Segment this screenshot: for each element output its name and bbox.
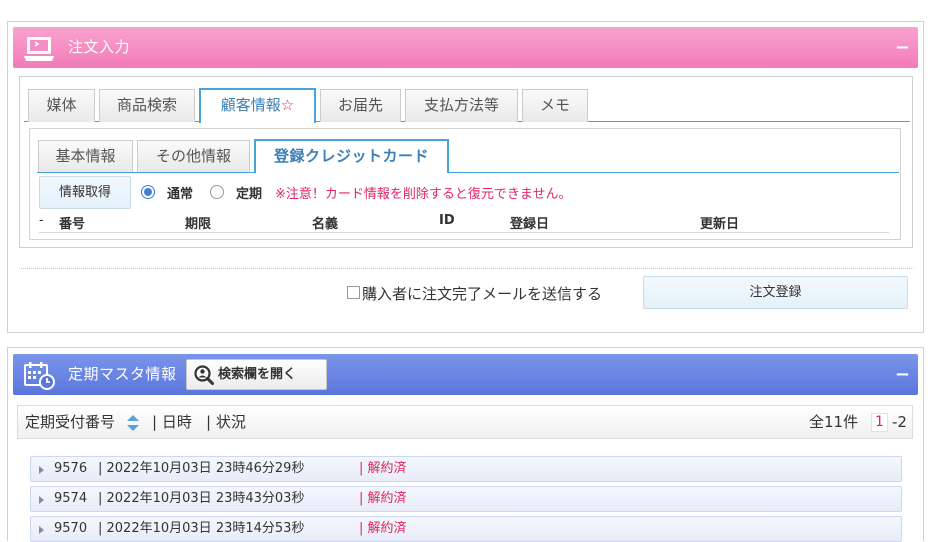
send-mail-checkbox[interactable] <box>347 286 360 299</box>
subscription-row[interactable]: 9570 | 2022年10月03日 23時14分53秒 | 解約済 <box>30 516 902 542</box>
row-datetime: | 2022年10月03日 23時14分53秒 <box>98 521 305 536</box>
tab-delivery-label: お届先 <box>337 96 383 114</box>
col-datetime: | 日時 <box>152 413 192 431</box>
card-delete-warning: ※注意！カード情報を削除すると復元できません。 <box>275 187 572 202</box>
page-1-link[interactable]: 1 <box>871 413 888 432</box>
triangle-right-icon <box>39 496 44 504</box>
row-datetime: | 2022年10月03日 23時43分03秒 <box>98 491 305 506</box>
row-status: | 解約済 <box>359 521 407 536</box>
card-table-header: - 番号 期限 名義 ID 登録日 更新日 <box>39 213 889 233</box>
row-number: 9570 <box>54 521 88 536</box>
order-input-panel: 注文入力 − 媒体 商品検索 顧客情報☆ お届先 支払方法等 メモ 基本情報 そ… <box>7 21 924 333</box>
subscription-list-header: 定期受付番号 | 日時 | 状況 全11件 1 -2 <box>17 405 913 439</box>
col-status: | 状況 <box>206 413 246 431</box>
col-id: ID <box>439 213 455 228</box>
row-number: 9576 <box>54 461 88 476</box>
col-registered-date: 登録日 <box>510 217 550 232</box>
magnifier-person-icon <box>194 365 214 385</box>
row-status: | 解約済 <box>359 461 407 476</box>
tab-payment-label: 支払方法等 <box>423 96 499 114</box>
open-search-label: 検索欄を開く <box>218 367 297 382</box>
total-count: 全11件 <box>809 413 859 431</box>
fetch-info-button[interactable]: 情報取得 <box>39 176 131 209</box>
subscription-row[interactable]: 9576 | 2022年10月03日 23時46分29秒 | 解約済 <box>30 456 902 482</box>
col-updated-date: 更新日 <box>700 217 740 232</box>
radio-normal[interactable] <box>141 185 155 199</box>
sub-tab-bar: 基本情報 その他情報 登録クレジットカード <box>37 139 899 173</box>
col-subscription-number: 定期受付番号 <box>25 413 116 431</box>
tab-basic-info-label: 基本情報 <box>55 147 116 165</box>
radio-subscription-label: 定期 <box>236 187 263 202</box>
subscription-master-title: 定期マスタ情報 <box>68 365 177 383</box>
radio-normal-label: 通常 <box>167 187 194 202</box>
tab-customer-info-label: 顧客情報 <box>220 96 281 114</box>
col-expiry: 期限 <box>185 217 212 232</box>
subscription-master-collapse-button[interactable]: − <box>895 354 910 395</box>
tab-registered-credit-card[interactable]: 登録クレジットカード <box>254 139 449 173</box>
sort-arrows-icon[interactable] <box>126 415 140 431</box>
tab-basic-info[interactable]: 基本情報 <box>38 140 133 172</box>
tab-payment[interactable]: 支払方法等 <box>405 89 518 122</box>
tab-customer-info[interactable]: 顧客情報☆ <box>199 88 316 123</box>
order-submit-button[interactable]: 注文登録 <box>643 276 908 309</box>
tab-registered-credit-card-label: 登録クレジットカード <box>273 147 429 165</box>
star-icon: ☆ <box>280 96 295 114</box>
customer-info-content: 基本情報 その他情報 登録クレジットカード 情報取得 通常 定期 ※注意！カード… <box>29 128 901 240</box>
tab-delivery[interactable]: お届先 <box>320 89 401 122</box>
tab-product-search[interactable]: 商品検索 <box>99 89 195 122</box>
tab-other-info[interactable]: その他情報 <box>137 140 250 172</box>
row-number: 9574 <box>54 491 88 506</box>
tab-media[interactable]: 媒体 <box>28 89 95 122</box>
subscription-master-panel: 定期マスタ情報 検索欄を開く − 定期受付番号 | 日時 | 状況 全11件 1… <box>7 347 924 542</box>
col-holder: 名義 <box>312 217 339 232</box>
order-input-title: 注文入力 <box>68 38 131 56</box>
order-input-header: 注文入力 − <box>13 27 918 68</box>
tab-product-search-label: 商品検索 <box>116 96 177 114</box>
divider <box>19 268 914 269</box>
page-2-link[interactable]: -2 <box>892 406 907 438</box>
subscription-row[interactable]: 9574 | 2022年10月03日 23時43分03秒 | 解約済 <box>30 486 902 512</box>
subscription-master-header: 定期マスタ情報 検索欄を開く − <box>13 354 918 395</box>
radio-subscription[interactable] <box>210 185 224 199</box>
tab-media-label: 媒体 <box>46 96 77 114</box>
calendar-clock-icon <box>24 362 55 390</box>
send-mail-label: 購入者に注文完了メールを送信する <box>362 285 603 303</box>
tab-other-info-label: その他情報 <box>155 147 231 165</box>
triangle-right-icon <box>39 466 44 474</box>
col-number: 番号 <box>59 217 86 232</box>
tab-memo[interactable]: メモ <box>522 89 588 122</box>
laptop-icon <box>24 37 54 61</box>
tab-memo-label: メモ <box>539 96 570 114</box>
row-status: | 解約済 <box>359 491 407 506</box>
row-datetime: | 2022年10月03日 23時46分29秒 <box>98 461 305 476</box>
open-search-button[interactable]: 検索欄を開く <box>186 359 327 390</box>
triangle-right-icon <box>39 526 44 534</box>
order-input-collapse-button[interactable]: − <box>895 27 910 68</box>
col-dash: - <box>39 213 44 228</box>
order-tabs-box: 媒体 商品検索 顧客情報☆ お届先 支払方法等 メモ 基本情報 その他情報 登録… <box>19 76 913 248</box>
main-tab-bar: 媒体 商品検索 顧客情報☆ お届先 支払方法等 メモ <box>24 88 910 123</box>
